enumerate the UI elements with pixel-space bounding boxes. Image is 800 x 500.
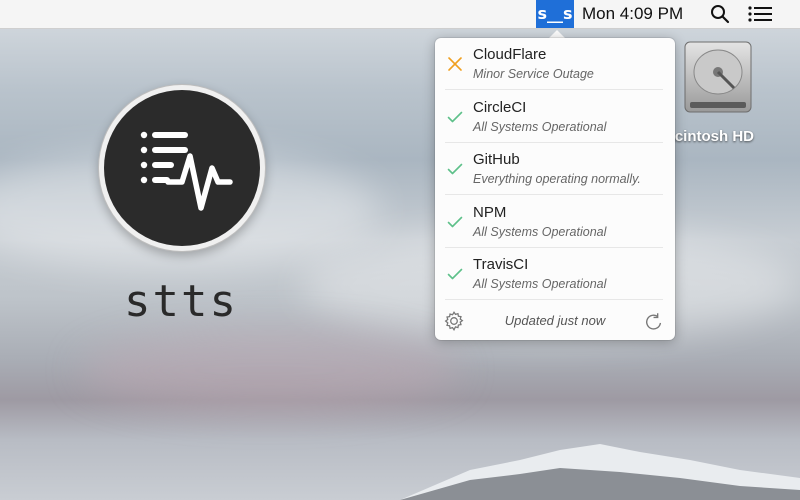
service-name: GitHub <box>473 151 520 168</box>
status-popover: CloudFlare Minor Service Outage CircleCI Al… <box>435 38 675 340</box>
service-status: Minor Service Outage <box>473 67 594 81</box>
list-icon[interactable] <box>748 6 772 22</box>
disk-label[interactable]: Macintosh HD <box>654 128 800 145</box>
menu-bar: s__s Mon 4:09 PM <box>0 0 800 29</box>
check-icon <box>447 268 463 280</box>
desktop-wallpaper <box>0 0 800 500</box>
check-icon <box>447 216 463 227</box>
hard-drive-icon[interactable] <box>682 40 754 116</box>
menu-clock[interactable]: Mon 4:09 PM <box>582 4 683 24</box>
check-icon <box>447 111 463 122</box>
service-row[interactable]: NPM All Systems Operational <box>435 196 675 248</box>
popover-footer: Updated just now <box>435 302 675 340</box>
service-name: CloudFlare <box>473 46 547 63</box>
service-status: Everything operating normally. <box>473 172 641 186</box>
service-row[interactable]: CircleCI All Systems Operational <box>435 91 675 143</box>
service-status: All Systems Operational <box>473 277 607 291</box>
magnifier-icon[interactable] <box>710 4 730 24</box>
service-status: All Systems Operational <box>473 119 607 134</box>
service-name: TravisCI <box>473 256 529 273</box>
cross-icon <box>448 57 462 71</box>
app-name: stts <box>124 276 238 327</box>
service-row[interactable]: GitHub Everything operating normally. <box>435 143 675 195</box>
row-divider <box>445 299 663 300</box>
service-name: CircleCI <box>473 98 527 116</box>
refresh-icon[interactable] <box>643 311 665 333</box>
service-row[interactable]: CloudFlare Minor Service Outage <box>435 38 675 90</box>
updated-status: Updated just now <box>504 313 606 328</box>
service-row[interactable]: TravisCI All Systems Operational <box>435 248 675 300</box>
status-pulse-icon <box>104 90 260 246</box>
service-name: NPM <box>473 203 507 221</box>
check-icon <box>447 163 463 175</box>
stts-menu-extra[interactable]: s__s <box>536 0 574 28</box>
service-status: All Systems Operational <box>473 224 607 239</box>
